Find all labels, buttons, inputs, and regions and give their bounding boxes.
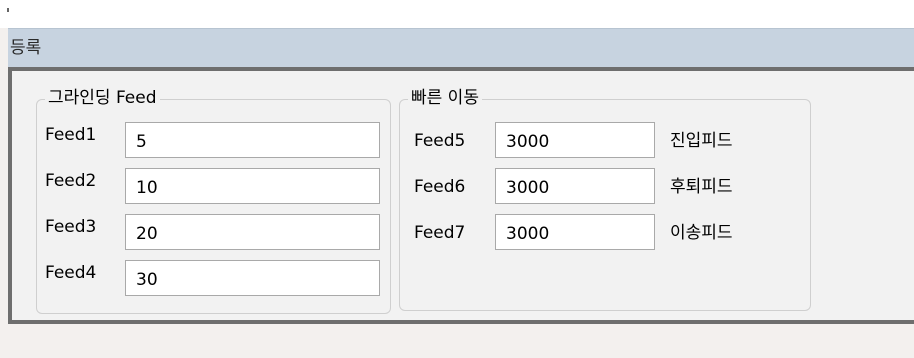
feed6-label: Feed6: [414, 177, 466, 197]
section-title: 등록: [10, 38, 42, 58]
section-header: 등록: [8, 28, 914, 68]
feed7-description: 이송피드: [670, 223, 733, 243]
feed5-label: Feed5: [414, 131, 466, 151]
feed6-input[interactable]: 3000: [495, 168, 655, 204]
feed1-label: Feed1: [45, 125, 97, 145]
feed2-input[interactable]: 10: [125, 168, 380, 204]
feed5-input[interactable]: 3000: [495, 122, 655, 158]
feed5-description: 진입피드: [670, 131, 733, 151]
feed1-input[interactable]: 5: [125, 122, 380, 158]
feed6-description: 후퇴피드: [670, 177, 733, 197]
feed4-label: Feed4: [45, 263, 97, 283]
feed3-label: Feed3: [45, 217, 97, 237]
grinding-feed-group: 그라인딩 Feed Feed1 5 Feed2 10 Feed3 20 Feed…: [36, 87, 391, 314]
rapid-move-group: 빠른 이동 Feed5 3000 진입피드 Feed6 3000 후퇴피드 Fe…: [399, 87, 811, 311]
feed7-input[interactable]: 3000: [495, 214, 655, 250]
registration-panel: 그라인딩 Feed Feed1 5 Feed2 10 Feed3 20 Feed…: [8, 67, 914, 324]
feed2-label: Feed2: [45, 171, 97, 191]
feed7-label: Feed7: [414, 223, 466, 243]
grinding-feed-group-title: 그라인딩 Feed: [45, 87, 160, 109]
top-strip: [0, 0, 914, 28]
feed4-input[interactable]: 30: [125, 260, 380, 296]
rapid-move-group-title: 빠른 이동: [408, 87, 482, 109]
top-tick-mark: [7, 8, 9, 12]
feed3-input[interactable]: 20: [125, 214, 380, 250]
footer-area: [0, 324, 914, 358]
